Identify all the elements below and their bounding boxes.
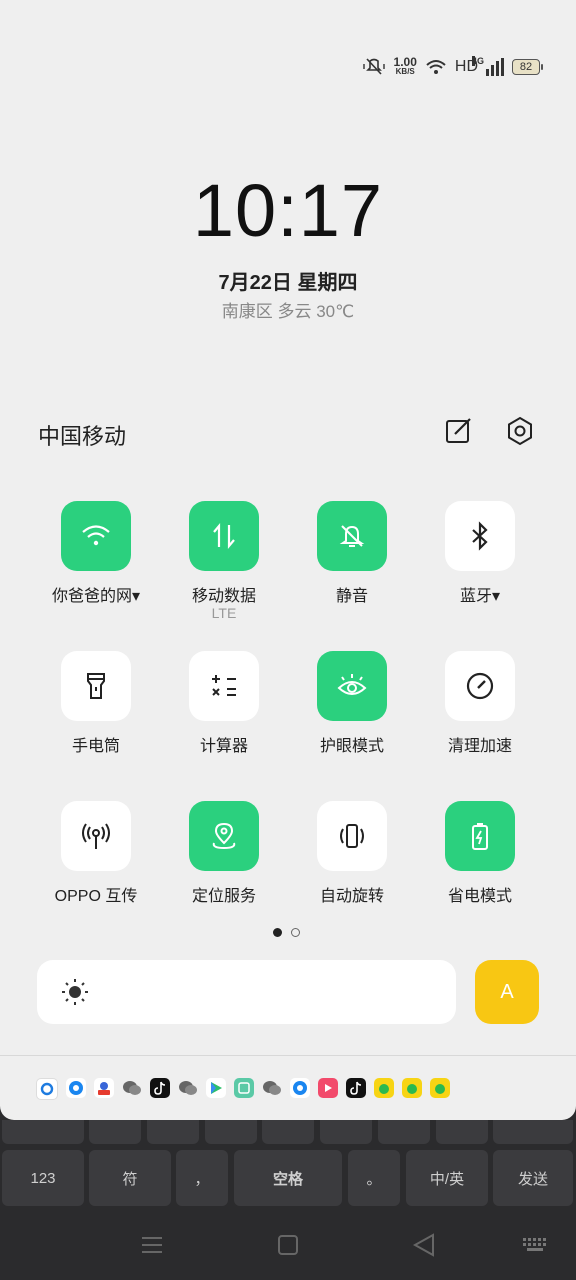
tile-oppo-share[interactable] [61,801,131,871]
page-dot [291,928,300,937]
tiktok-icon [346,1078,366,1098]
key-send[interactable]: 发送 [493,1150,573,1206]
tile-label: 清理加速 [447,738,512,755]
tile-eye-care[interactable] [317,651,387,721]
tile-bluetooth[interactable] [445,501,515,571]
notification-icons [36,1078,450,1100]
key-123[interactable]: 123 [2,1150,84,1206]
auto-brightness-button[interactable]: A [475,960,539,1024]
tile-wifi[interactable] [61,501,131,571]
home-icon[interactable] [273,1230,303,1260]
music-icon [402,1078,422,1098]
settings-icon[interactable] [505,416,535,446]
qq-browser-icon [66,1078,86,1098]
network-speed: 1.00 KB/S [393,55,417,76]
wifi-icon [82,525,110,546]
key-space[interactable]: 空格 [234,1150,342,1206]
calculator-icon [212,675,236,696]
status-bar: 1.00 KB/S HD 4G 82 [362,55,543,79]
key[interactable] [205,1120,257,1144]
tile-label: 移动数据 [191,588,256,605]
key-symbols[interactable]: 符 [89,1150,171,1206]
wifi-status-icon [426,60,446,74]
browser-icon [36,1078,58,1100]
key[interactable] [2,1120,84,1144]
tile-location[interactable] [189,801,259,871]
video-icon [318,1078,338,1098]
tile-label: 计算器 [199,738,248,755]
clock: 10:17 [192,169,384,252]
tile-mobile-data[interactable] [189,501,259,571]
key[interactable] [436,1120,488,1144]
rotate-icon [340,824,364,848]
tile-flashlight[interactable] [61,651,131,721]
carrier-name: 中国移动 [38,424,127,449]
key[interactable] [378,1120,430,1144]
flashlight-icon [87,673,105,699]
menu-icon[interactable] [137,1230,167,1260]
wechat-icon [262,1078,282,1098]
baidu-icon [94,1078,114,1098]
key-comma[interactable]: ， [176,1150,228,1206]
vibrate-mute-icon [362,58,385,75]
tile-label: OPPO 互传 [54,888,138,905]
keyboard-hide-icon[interactable] [520,1230,550,1260]
multitask-icon [234,1078,254,1098]
tile-calculator[interactable] [189,651,259,721]
music-icon [430,1078,450,1098]
location-icon [212,822,236,850]
divider [0,1055,576,1056]
tile-mute[interactable] [317,501,387,571]
key[interactable] [493,1120,573,1144]
tile-label: 手电筒 [71,738,120,755]
mute-bell-icon [339,525,365,547]
mobile-data-icon [213,522,235,550]
notification-shade: 1.00 KB/S HD 4G 82 10:17 7月22日 星期四 南康区 多… [0,0,576,1120]
key[interactable] [147,1120,199,1144]
music-icon [374,1078,394,1098]
tiktok-icon [150,1078,170,1098]
tile-auto-rotate[interactable] [317,801,387,871]
tile-label: 蓝牙▾ [459,588,501,605]
battery-icon: 82 [512,59,543,75]
bluetooth-icon [472,521,488,551]
page-indicator [273,928,300,937]
tile-label: 你爸爸的网▾ [51,588,141,605]
share-antenna-icon [82,823,110,849]
tile-label: 定位服务 [191,888,256,905]
navigation-bar [0,1208,576,1280]
tile-sublabel: LTE [211,605,237,621]
key[interactable] [262,1120,314,1144]
tile-label: 静音 [335,588,368,605]
tile-label: 省电模式 [447,888,512,905]
play-icon [206,1078,226,1098]
date: 7月22日 星期四 [218,272,358,294]
wechat-icon [122,1078,142,1098]
tile-boost[interactable] [445,651,515,721]
back-icon[interactable] [409,1230,439,1260]
brightness-icon [62,979,88,1005]
page-dot-active [273,928,282,937]
tile-label: 护眼模式 [319,738,384,755]
eye-icon [337,674,367,695]
tile-label: 自动旋转 [319,888,384,905]
speedometer-icon [466,672,494,700]
edit-icon[interactable] [444,416,474,446]
cellular-signal-icon: 4G [472,56,504,76]
key[interactable] [89,1120,141,1144]
key-language[interactable]: 中/英 [406,1150,488,1206]
key-period[interactable]: 。 [348,1150,400,1206]
wechat-icon [178,1078,198,1098]
weather: 南康区 多云 30℃ [221,302,355,321]
qq-browser-icon [290,1078,310,1098]
battery-saver-icon [472,823,488,850]
key[interactable] [320,1120,372,1144]
tile-battery-saver[interactable] [445,801,515,871]
brightness-slider[interactable] [37,960,456,1024]
